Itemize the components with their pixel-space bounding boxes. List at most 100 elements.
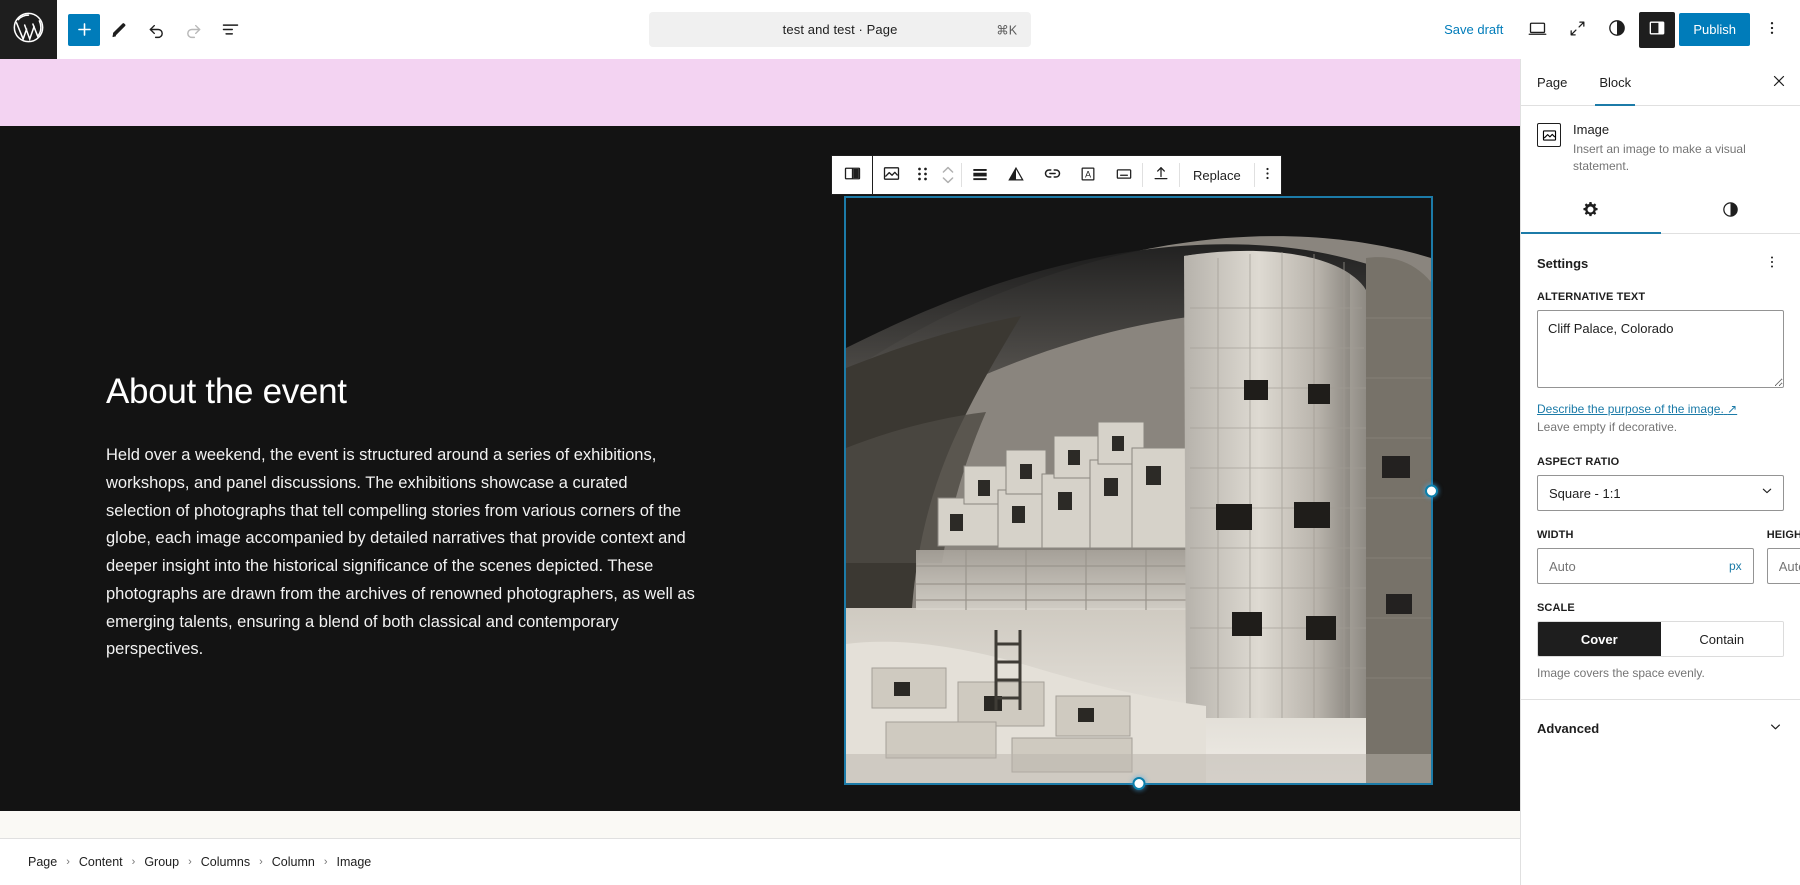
block-inserter-button[interactable] <box>68 13 100 46</box>
column-block-right[interactable] <box>740 192 1520 790</box>
alt-text-input[interactable] <box>1537 309 1784 388</box>
resize-handle-right[interactable] <box>1425 484 1438 497</box>
editor-options-button[interactable] <box>1754 12 1790 48</box>
move-up-down-chevrons-icon <box>940 163 956 187</box>
block-type-button[interactable] <box>873 156 909 194</box>
gear-icon <box>1581 200 1600 222</box>
three-dots-vertical-icon <box>1764 254 1780 273</box>
block-card: Image Insert an image to make a visual s… <box>1521 106 1800 190</box>
breadcrumb-item-column[interactable]: Column <box>264 851 323 873</box>
paragraph-block[interactable]: Held over a weekend, the event is struct… <box>106 442 696 664</box>
header-left-tools <box>57 12 248 48</box>
crop-filter-icon <box>1006 164 1026 187</box>
columns-block[interactable]: About the event Held over a weekend, the… <box>0 126 1520 790</box>
drag-handle[interactable] <box>909 156 935 194</box>
upload-icon <box>1151 164 1171 187</box>
plus-icon <box>75 20 94 39</box>
zoom-out-button[interactable] <box>1559 12 1595 48</box>
redo-button[interactable] <box>175 12 211 48</box>
styles-button[interactable] <box>1599 12 1635 48</box>
columns-block-icon <box>842 163 863 187</box>
heading-block[interactable]: About the event <box>106 372 710 412</box>
settings-sidebar-toggle[interactable] <box>1639 11 1676 48</box>
select-parent-block-button[interactable] <box>831 155 872 195</box>
breadcrumb: Page › Content › Group › Columns › Colum… <box>0 838 1520 885</box>
advanced-panel-toggle[interactable]: Advanced <box>1521 700 1800 758</box>
describe-image-link-text: Describe the purpose of the image. <box>1537 401 1724 416</box>
column-block-left[interactable]: About the event Held over a weekend, the… <box>0 192 740 664</box>
link-button[interactable] <box>1034 156 1070 194</box>
breadcrumb-item-columns[interactable]: Columns <box>193 851 258 873</box>
undo-button[interactable] <box>138 12 174 48</box>
header-right-tools: Save draft Publish <box>1432 11 1800 48</box>
columns-parent-button[interactable] <box>834 156 870 194</box>
document-overview-button[interactable] <box>212 12 248 48</box>
chevron-down-icon <box>1767 718 1784 740</box>
drag-handle-dots-icon <box>916 165 929 186</box>
contrast-styles-icon <box>1721 200 1740 222</box>
scale-field: Scale Cover Contain Image covers the spa… <box>1537 602 1784 682</box>
subtab-styles[interactable] <box>1661 190 1800 233</box>
publish-button[interactable]: Publish <box>1679 13 1750 46</box>
three-dots-vertical-icon <box>1763 19 1781 40</box>
scale-option-contain[interactable]: Contain <box>1660 622 1783 657</box>
image-block-selected[interactable] <box>844 196 1438 790</box>
aspect-ratio-select[interactable]: Square - 1:1 <box>1537 475 1784 512</box>
close-sidebar-button[interactable] <box>1758 59 1800 105</box>
desktop-icon <box>1527 18 1548 42</box>
height-label: Height <box>1766 529 1800 542</box>
block-card-text: Image Insert an image to make a visual s… <box>1573 122 1784 176</box>
content-group-dark[interactable]: About the event Held over a weekend, the… <box>0 126 1520 811</box>
pencil-icon <box>109 20 129 40</box>
describe-image-link[interactable]: Describe the purpose of the image. ↗ <box>1537 402 1737 416</box>
scale-toggle-group: Cover Contain <box>1537 621 1784 658</box>
width-label: Width <box>1537 529 1574 542</box>
wordpress-logo-button[interactable] <box>0 0 57 59</box>
block-movers[interactable] <box>935 156 961 194</box>
height-input-wrap: px <box>1766 548 1800 585</box>
aspect-ratio-label: Aspect ratio <box>1537 456 1620 469</box>
width-input-wrap: px <box>1537 548 1754 585</box>
scale-option-cover[interactable]: Cover <box>1538 622 1661 657</box>
width-height-row: Width px Height px <box>1537 529 1800 585</box>
document-title: test and test · Page <box>782 22 898 37</box>
replace-button[interactable]: Replace <box>1180 156 1254 194</box>
command-center-button[interactable]: test and test · Page ⌘K <box>649 12 1032 47</box>
width-input[interactable] <box>1538 558 1729 574</box>
wordpress-logo-icon <box>12 11 45 49</box>
upload-button[interactable] <box>1143 156 1179 194</box>
subtab-settings[interactable] <box>1521 190 1661 234</box>
settings-options-button[interactable] <box>1760 250 1784 277</box>
scale-note: Image covers the space evenly. <box>1537 666 1705 681</box>
height-input[interactable] <box>1767 558 1800 574</box>
tools-button[interactable] <box>101 12 137 48</box>
align-options-icon <box>970 164 990 187</box>
caption-button[interactable] <box>1106 156 1142 194</box>
width-unit[interactable]: px <box>1729 559 1753 573</box>
save-draft-button[interactable]: Save draft <box>1432 14 1515 45</box>
page-header-band[interactable] <box>0 59 1520 126</box>
align-button[interactable] <box>962 156 998 194</box>
breadcrumb-item-image[interactable]: Image <box>329 851 380 873</box>
advanced-label: Advanced <box>1537 721 1600 737</box>
scale-label: Scale <box>1537 602 1575 615</box>
preview-device-button[interactable] <box>1519 12 1555 48</box>
breadcrumb-item-page[interactable]: Page <box>20 851 65 873</box>
undo-icon <box>146 19 167 40</box>
block-toolbar: A Replace <box>831 155 1282 195</box>
resize-handle-bottom[interactable] <box>1132 777 1145 790</box>
tab-block[interactable]: Block <box>1583 59 1647 106</box>
redo-icon <box>183 19 204 40</box>
settings-header: Settings <box>1537 250 1784 277</box>
tab-page[interactable]: Page <box>1521 59 1583 105</box>
crop-button[interactable] <box>998 156 1034 194</box>
block-options-button[interactable] <box>1255 156 1281 194</box>
breadcrumb-item-content[interactable]: Content <box>71 851 131 873</box>
link-icon <box>1042 163 1063 187</box>
editor-canvas[interactable]: About the event Held over a weekend, the… <box>0 59 1520 838</box>
settings-panel: Settings Alternative text Describe the p… <box>1521 234 1800 699</box>
command-shortcut-hint: ⌘K <box>996 23 1018 37</box>
breadcrumb-item-group[interactable]: Group <box>136 851 187 873</box>
add-text-over-image-button[interactable]: A <box>1070 156 1106 194</box>
zoom-out-expand-icon <box>1568 19 1587 41</box>
